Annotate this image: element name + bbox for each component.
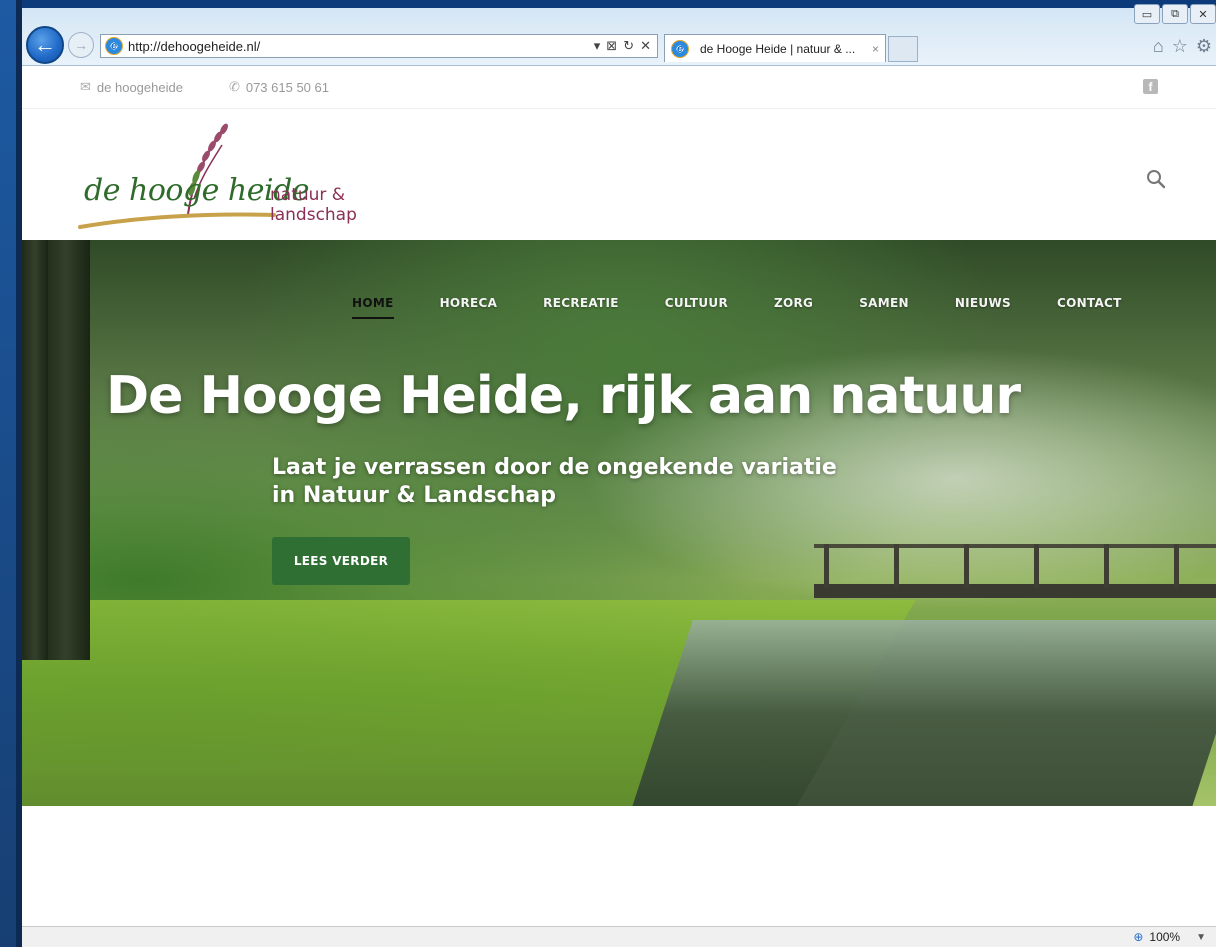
email-contact[interactable]: ✉ de hoogeheide <box>80 79 183 95</box>
new-tab-button[interactable] <box>888 36 918 62</box>
back-arrow-icon: ← <box>34 32 56 57</box>
settings-gear-icon[interactable]: ⚙ <box>1196 36 1212 57</box>
ie-favicon-icon: e <box>105 37 123 55</box>
envelope-icon: ✉ <box>80 79 91 94</box>
favorites-star-icon[interactable]: ☆ <box>1172 36 1188 57</box>
home-icon[interactable]: ⌂ <box>1153 36 1164 57</box>
bridge-post <box>964 544 969 588</box>
hero-banner: HOME HORECA RECREATIE CULTUUR ZORG SAMEN… <box>22 240 1216 806</box>
facebook-icon[interactable]: f <box>1143 79 1158 94</box>
address-dropdown-icon[interactable]: ▾ <box>594 38 601 54</box>
desktop-background <box>0 0 22 947</box>
phone-label: 073 615 50 61 <box>245 79 329 95</box>
forward-button[interactable]: → <box>68 32 94 58</box>
bridge-post <box>894 544 899 588</box>
nav-item-horeca[interactable]: HORECA <box>440 296 498 310</box>
tab-close-icon[interactable]: × <box>872 42 879 56</box>
web-page: ✉ de hoogeheide ✆ 073 615 50 61 f de hoo… <box>22 66 1216 926</box>
phone-icon: ✆ <box>228 79 240 94</box>
minimize-button[interactable]: ▭ <box>1134 4 1160 24</box>
bridge-post <box>1174 544 1179 588</box>
compatibility-view-icon[interactable]: ⊠ <box>606 38 617 54</box>
site-topbar: ✉ de hoogeheide ✆ 073 615 50 61 f <box>22 66 1216 109</box>
hero-bridge <box>814 540 1216 606</box>
close-window-button[interactable]: ✕ <box>1190 4 1216 24</box>
bridge-post <box>824 544 829 588</box>
tab-favicon-icon: e <box>671 39 689 58</box>
bridge-post <box>1034 544 1039 588</box>
url-text[interactable]: http://dehoogeheide.nl/ <box>128 39 594 54</box>
stop-icon[interactable]: ✕ <box>640 38 651 54</box>
browser-toolbar: ▭ ⧉ ✕ ← → e http://dehoogeheide.nl/ ▾ ⊠ … <box>22 0 1216 66</box>
hero-subtitle-line-2: in Natuur & Landschap <box>272 483 556 508</box>
refresh-icon[interactable]: ↻ <box>623 38 634 54</box>
zoom-dropdown-icon[interactable]: ▼ <box>1196 932 1206 943</box>
email-label: de hoogeheide <box>96 79 183 95</box>
nav-item-home[interactable]: HOME <box>352 296 394 319</box>
hero-subtitle-line-1: Laat je verrassen door de ongekende vari… <box>272 455 837 480</box>
bridge-rail <box>814 544 1216 548</box>
bridge-deck <box>814 584 1216 598</box>
site-header: de hooge heide natuur & landschap <box>22 109 1216 240</box>
read-more-button[interactable]: LEES VERDER <box>272 537 410 585</box>
hero-canal-water <box>631 620 1216 806</box>
hero-title: De Hooge Heide, rijk aan natuur <box>106 366 1021 426</box>
restore-button[interactable]: ⧉ <box>1162 4 1188 24</box>
browser-tab[interactable]: e de Hooge Heide | natuur & ... × <box>664 34 886 62</box>
phone-contact[interactable]: ✆ 073 615 50 61 <box>229 79 329 95</box>
back-button[interactable]: ← <box>26 26 64 64</box>
title-bar <box>22 0 1216 8</box>
nav-item-recreatie[interactable]: RECREATIE <box>543 296 619 310</box>
address-bar[interactable]: e http://dehoogeheide.nl/ ▾ ⊠ ↻ ✕ <box>100 34 658 58</box>
zoom-icon: ⊕ <box>1133 930 1144 944</box>
logo-tagline: natuur & landschap <box>270 185 357 225</box>
window-controls: ▭ ⧉ ✕ <box>1134 4 1216 24</box>
zoom-level[interactable]: 100% <box>1149 930 1180 944</box>
main-navigation: HOME HORECA RECREATIE CULTUUR ZORG SAMEN… <box>352 296 1122 319</box>
nav-item-zorg[interactable]: ZORG <box>774 296 813 310</box>
nav-item-nieuws[interactable]: NIEUWS <box>955 296 1011 310</box>
nav-item-contact[interactable]: CONTACT <box>1057 296 1122 310</box>
nav-item-cultuur[interactable]: CULTUUR <box>665 296 728 310</box>
status-bar: ⊕ 100% ▼ <box>22 926 1216 947</box>
hero-subtitle: Laat je verrassen door de ongekende vari… <box>272 454 912 510</box>
forward-arrow-icon: → <box>74 37 88 53</box>
hero-tree-trunk <box>42 240 90 660</box>
tab-title: de Hooge Heide | natuur & ... <box>700 41 856 56</box>
address-tools: ▾ ⊠ ↻ ✕ <box>594 38 657 54</box>
browser-window: ▭ ⧉ ✕ ← → e http://dehoogeheide.nl/ ▾ ⊠ … <box>22 0 1216 947</box>
search-icon[interactable] <box>1146 169 1166 189</box>
site-logo[interactable]: de hooge heide natuur & landschap <box>78 119 428 234</box>
hero-tree-trunk <box>22 240 48 660</box>
bridge-post <box>1104 544 1109 588</box>
nav-item-samen[interactable]: SAMEN <box>859 296 909 310</box>
browser-right-tools: ⌂ ☆ ⚙ <box>1153 36 1212 57</box>
